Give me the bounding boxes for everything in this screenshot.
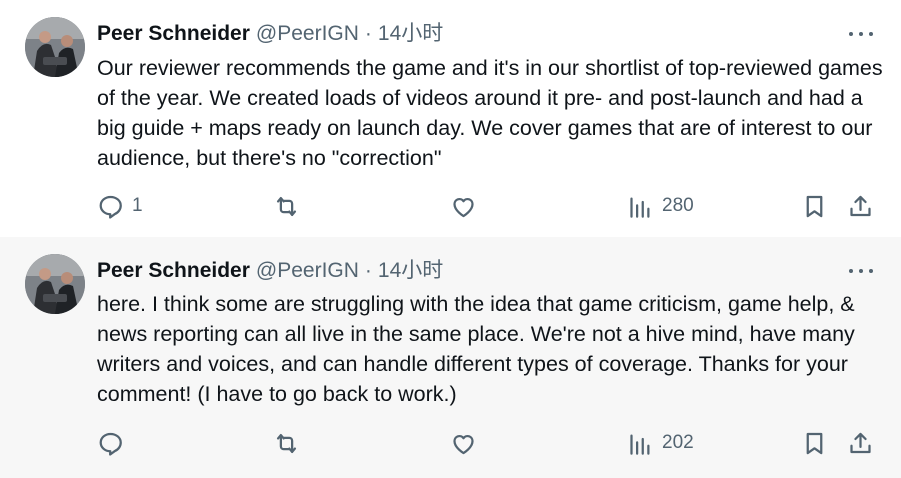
views-icon <box>630 434 650 455</box>
tweet-text: here. I think some are struggling with t… <box>97 292 855 406</box>
like-icon <box>453 434 474 454</box>
timestamp[interactable]: 14小时 <box>378 20 443 48</box>
share-button[interactable] <box>847 425 874 461</box>
reply-button[interactable] <box>97 425 132 461</box>
views-button[interactable]: 280 <box>627 188 694 224</box>
author-name[interactable]: Peer Schneider <box>97 20 250 48</box>
more-icon[interactable] <box>849 261 873 281</box>
like-icon <box>453 197 474 217</box>
like-button[interactable] <box>450 425 477 461</box>
share-icon <box>850 195 871 216</box>
tweet-actions: 1 280 <box>0 188 901 224</box>
retweet-button[interactable] <box>273 425 300 461</box>
views-button[interactable]: 202 <box>627 425 694 461</box>
share-icon <box>850 432 871 453</box>
conversation-thread: Peer Schneider @PeerIGN · 14小时 Our revie… <box>0 0 901 478</box>
retweet-icon <box>276 196 297 216</box>
share-button[interactable] <box>847 188 874 224</box>
bookmark-button[interactable] <box>801 188 828 224</box>
separator-dot: · <box>364 259 372 282</box>
tweet[interactable]: Peer Schneider @PeerIGN · 14小时 Our revie… <box>0 0 901 237</box>
reply-icon <box>99 432 122 456</box>
separator-dot: · <box>364 22 372 45</box>
bookmark-icon <box>806 195 823 217</box>
author-handle[interactable]: @PeerIGN <box>256 257 359 285</box>
tweet-header: Peer Schneider @PeerIGN · 14小时 <box>97 257 443 285</box>
like-button[interactable] <box>450 188 477 224</box>
reply-button[interactable]: 1 <box>97 188 143 224</box>
bookmark-button[interactable] <box>801 425 828 461</box>
bookmark-icon <box>806 432 823 454</box>
reply-count: 1 <box>132 195 143 216</box>
tweet-actions: 202 <box>0 425 901 461</box>
avatar[interactable] <box>25 17 85 77</box>
retweet-button[interactable] <box>273 188 300 224</box>
more-icon[interactable] <box>849 24 873 44</box>
tweet-header: Peer Schneider @PeerIGN · 14小时 <box>97 20 443 48</box>
author-name[interactable]: Peer Schneider <box>97 257 250 285</box>
reply-icon <box>99 195 122 219</box>
timestamp[interactable]: 14小时 <box>378 257 443 285</box>
tweet-text: Our reviewer recommends the game and it'… <box>97 56 883 170</box>
tweet[interactable]: Peer Schneider @PeerIGN · 14小时 here. I t… <box>0 237 901 478</box>
views-count: 280 <box>662 195 694 216</box>
avatar[interactable] <box>25 254 85 314</box>
views-icon <box>630 197 650 218</box>
author-handle[interactable]: @PeerIGN <box>256 20 359 48</box>
retweet-icon <box>276 433 297 453</box>
views-count: 202 <box>662 432 694 453</box>
